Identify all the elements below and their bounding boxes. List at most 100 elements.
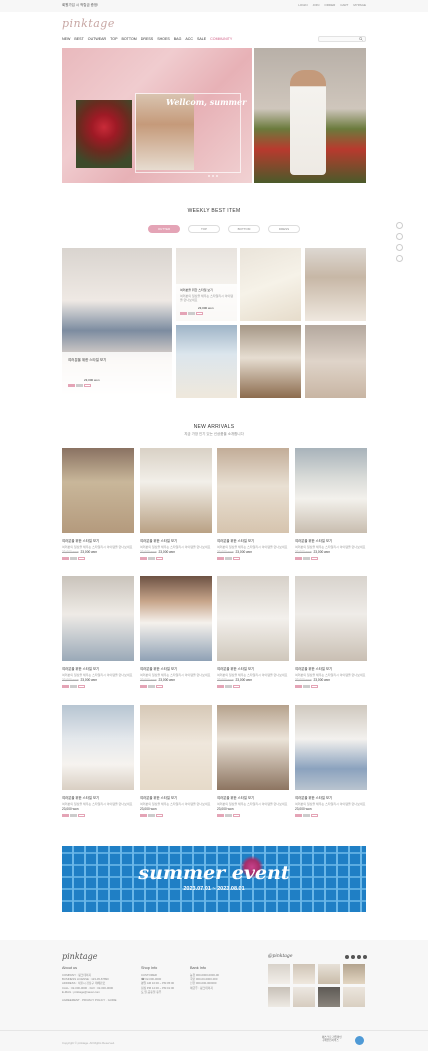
- product-image[interactable]: [140, 448, 212, 533]
- hero-banner-side[interactable]: [254, 48, 366, 183]
- product-name[interactable]: 여러분을 위한 스타일 보기: [140, 666, 212, 671]
- product-name[interactable]: 여러분을 위한 스타일 보기: [62, 795, 134, 800]
- weekly-best-featured[interactable]: 여러분을 위한 스타일 보기 23,000 won: [62, 248, 172, 398]
- order-link[interactable]: ORDER: [324, 3, 335, 7]
- product-name[interactable]: 여러분을 위한 스타일 보기: [295, 666, 367, 671]
- hero-dot[interactable]: [216, 175, 218, 177]
- product-image[interactable]: [140, 576, 212, 661]
- product-card[interactable]: 여러분을 위한 스타일 보기 여러분의 일상을 채우는 스타일리시 아이템을 만…: [295, 576, 367, 688]
- insta-thumb[interactable]: [268, 964, 290, 984]
- product-card[interactable]: 여러분을 위한 스타일 보기 여러분의 일상을 채우는 스타일리시 아이템을 만…: [62, 576, 134, 688]
- product-image[interactable]: [62, 705, 134, 790]
- login-link[interactable]: LOGIN: [298, 3, 307, 7]
- insta-thumb[interactable]: [343, 964, 365, 984]
- weekly-best-item[interactable]: [240, 325, 301, 398]
- insta-thumb[interactable]: [293, 987, 315, 1007]
- product-name[interactable]: 여러분을 위한 스타일 보기: [140, 795, 212, 800]
- hero-dot[interactable]: [212, 175, 214, 177]
- nav-item-bottom[interactable]: BOTTOM: [121, 37, 136, 41]
- product-card[interactable]: 여러분을 위한 스타일 보기 여러분의 일상을 채우는 스타일리시 아이템을 만…: [62, 705, 134, 817]
- product-name[interactable]: 여러분을 위한 스타일 보기: [217, 538, 289, 543]
- product-image[interactable]: [62, 448, 134, 533]
- product-card[interactable]: 여러분을 위한 스타일 보기 여러분의 일상을 채우는 스타일리시 아이템을 만…: [295, 448, 367, 560]
- escrow-icon[interactable]: [355, 1036, 364, 1045]
- blog-icon[interactable]: [363, 955, 367, 959]
- nav-item-community[interactable]: COMMUNITY: [210, 37, 232, 41]
- join-link[interactable]: JOIN: [313, 3, 320, 7]
- old-price: 33,000 won: [295, 678, 312, 682]
- product-card[interactable]: 여러분을 위한 스타일 보기 여러분의 일상을 채우는 스타일리시 아이템을 만…: [217, 705, 289, 817]
- insta-thumb[interactable]: [268, 987, 290, 1007]
- product-card[interactable]: 여러분을 위한 스타일 보기 여러분의 일상을 채우는 스타일리시 아이템을 만…: [62, 448, 134, 560]
- product-card[interactable]: 여러분을 위한 스타일 보기 여러분의 일상을 채우는 스타일리시 아이템을 만…: [217, 576, 289, 688]
- nav-item-outwear[interactable]: OUTWEAR: [88, 37, 106, 41]
- nav-item-acc[interactable]: ACC: [185, 37, 193, 41]
- facebook-icon[interactable]: [351, 955, 355, 959]
- product-name[interactable]: 여러분을 위한 스타일 보기: [140, 538, 212, 543]
- chat-icon[interactable]: [396, 222, 403, 229]
- product-name[interactable]: 여러분을 위한 스타일 보기: [295, 795, 367, 800]
- scroll-top-icon[interactable]: [396, 255, 403, 262]
- recent-icon[interactable]: [396, 233, 403, 240]
- summer-event-banner[interactable]: summer event 2023.07.01 ~ 2023.08.01: [62, 846, 366, 912]
- product-card[interactable]: 여러분을 위한 스타일 보기 여러분의 일상을 채우는 스타일리시 아이템을 만…: [140, 705, 212, 817]
- cart-icon[interactable]: [396, 244, 403, 251]
- weekly-best-item[interactable]: [305, 325, 366, 398]
- featured-overlay: 여러분을 위한 스타일 보기 23,000 won: [62, 352, 172, 398]
- product-card[interactable]: 여러분을 위한 스타일 보기 여러분의 일상을 채우는 스타일리시 아이템을 만…: [140, 576, 212, 688]
- product-name[interactable]: 여러분을 위한 스타일 보기: [295, 538, 367, 543]
- product-image[interactable]: [217, 705, 289, 790]
- nav-item-dress[interactable]: DRESS: [141, 37, 153, 41]
- insta-thumb[interactable]: [293, 964, 315, 984]
- search-icon[interactable]: [359, 37, 363, 41]
- agreement-link[interactable]: AGREEMENT: [62, 998, 80, 1002]
- weekly-best-item[interactable]: [176, 325, 237, 398]
- promo-message[interactable]: 회원가입 시 적립금 증정!: [62, 3, 98, 8]
- youtube-icon[interactable]: [357, 955, 361, 959]
- nav-item-bag[interactable]: BAG: [174, 37, 182, 41]
- product-card[interactable]: 여러분을 위한 스타일 보기 여러분의 일상을 채우는 스타일리시 아이템을 만…: [140, 448, 212, 560]
- search-input[interactable]: [318, 36, 366, 42]
- product-name[interactable]: 여러분을 위한 스타일 보기: [217, 795, 289, 800]
- insta-thumb[interactable]: [343, 987, 365, 1007]
- nav-item-shoes[interactable]: SHOES: [157, 37, 170, 41]
- product-image[interactable]: [140, 705, 212, 790]
- insta-thumb[interactable]: [318, 964, 340, 984]
- instagram-handle[interactable]: @pinktage: [268, 954, 292, 959]
- product-image[interactable]: [62, 576, 134, 661]
- tab-bottom[interactable]: BOTTOM: [228, 225, 260, 233]
- nav-item-top[interactable]: TOP: [110, 37, 117, 41]
- cart-link[interactable]: CART: [340, 3, 348, 7]
- tab-dress[interactable]: DRESS: [268, 225, 300, 233]
- product-card[interactable]: 여러분을 위한 스타일 보기 여러분의 일상을 채우는 스타일리시 아이템을 만…: [295, 705, 367, 817]
- product-image[interactable]: [295, 705, 367, 790]
- instagram-icon[interactable]: [345, 955, 349, 959]
- new-arrivals-title: NEW ARRIVALS: [193, 424, 235, 430]
- footer-logo[interactable]: pinktage: [62, 952, 98, 961]
- brand-logo[interactable]: pinktage: [62, 17, 115, 30]
- product-image[interactable]: [295, 576, 367, 661]
- hero-pagination[interactable]: [208, 175, 218, 177]
- tab-outter[interactable]: OUTTER: [148, 225, 180, 233]
- mypage-link[interactable]: MYPAGE: [353, 3, 366, 7]
- guide-link[interactable]: GUIDE: [108, 998, 117, 1002]
- nav-item-new[interactable]: NEW: [62, 37, 70, 41]
- weekly-best-item[interactable]: [305, 248, 366, 321]
- product-card[interactable]: 여러분을 위한 스타일 보기 여러분의 일상을 채우는 스타일리시 아이템을 만…: [217, 448, 289, 560]
- nav-item-best[interactable]: BEST: [74, 37, 83, 41]
- hero-dot[interactable]: [208, 175, 210, 177]
- product-image[interactable]: [295, 448, 367, 533]
- weekly-best-item[interactable]: [240, 248, 301, 321]
- badge-sale: [156, 557, 163, 560]
- hero-banner-main[interactable]: Wellcom, summer: [62, 48, 252, 183]
- product-image[interactable]: [217, 576, 289, 661]
- nav-item-sale[interactable]: SALE: [197, 37, 206, 41]
- insta-thumb[interactable]: [318, 987, 340, 1007]
- weekly-best-item[interactable]: 여러분을 위한 스타일 보기 여러분의 일상을 채우는 스타일리시 아이템을 만…: [176, 248, 237, 321]
- product-name[interactable]: 여러분을 위한 스타일 보기: [217, 666, 289, 671]
- product-name[interactable]: 여러분을 위한 스타일 보기: [62, 666, 134, 671]
- tab-top[interactable]: TOP: [188, 225, 220, 233]
- product-image[interactable]: [217, 448, 289, 533]
- privacy-link[interactable]: PRIVACY POLICY: [82, 998, 105, 1002]
- product-name[interactable]: 여러분을 위한 스타일 보기: [62, 538, 134, 543]
